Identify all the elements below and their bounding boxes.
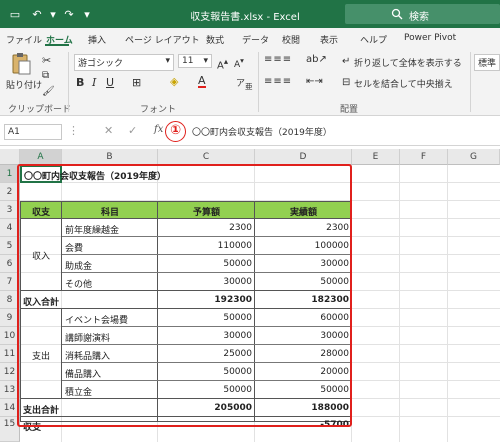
select-all-corner[interactable] [0,149,20,165]
cut-icon[interactable]: ✂ [42,54,51,67]
enter-icon[interactable]: ✓ [128,124,137,137]
borders-icon[interactable]: ⊞ [132,76,141,89]
column-header-c[interactable]: C [158,149,255,165]
chevron-down-icon: ▾ [203,56,208,66]
step-callout: ① [165,121,186,142]
formula-bar: A1 ⋮ ✕ ✓ fx 〇〇町内会収支報告（2019年度） [0,116,500,146]
column-header-d[interactable]: D [255,149,352,165]
orientation-icon[interactable]: ab↗ [306,54,327,65]
cancel-icon[interactable]: ✕ [104,124,113,137]
ribbon-separator [470,52,471,112]
title-bar: ▭ ↶ ▾ ↷ ▾ 収支報告書.xlsx - Excel 検索 [0,0,500,28]
formula-input[interactable]: 〇〇町内会収支報告（2019年度） [192,125,332,138]
active-tab-underline [45,44,69,46]
tab-formulas[interactable]: 数式 [206,33,224,46]
search-box[interactable]: 検索 [345,4,500,24]
format-painter-icon[interactable]: 🖌 [42,86,55,97]
chevron-down-icon[interactable]: ▾ [48,7,58,21]
save-icon[interactable]: ▭ [8,7,22,21]
font-size-select[interactable]: 11 ▾ [178,54,212,68]
paste-icon[interactable] [10,52,32,76]
gridline [399,165,400,442]
search-label: 検索 [409,12,429,23]
gridline [447,165,448,442]
alignment-group-label: 配置 [340,105,359,115]
column-header-f[interactable]: F [400,149,448,165]
tab-power-pivot[interactable]: Power Pivot [404,33,456,43]
ribbon-separator [68,52,69,112]
merge-center-button[interactable]: セルを結合して中央揃え [354,77,453,90]
font-size-value: 11 [182,56,194,66]
ribbon: 貼り付け ✂ ⧉ 🖌 クリップボード 游ゴシック ▾ 11 ▾ A▴ A▾ B I … [0,48,500,116]
window-title: 収支報告書.xlsx - Excel [190,12,300,23]
italic-button[interactable]: I [92,76,96,89]
font-name-value: 游ゴシック [78,59,124,69]
search-icon [391,8,403,20]
copy-icon[interactable]: ⧉ [42,70,49,81]
insert-function-icon[interactable]: fx [154,124,163,135]
tab-data[interactable]: データ [242,33,269,46]
font-group-label: フォント [140,105,177,115]
wrap-text-icon[interactable]: ↵ [342,56,350,67]
align-left-icon[interactable]: ≡≡≡ [264,76,292,87]
font-color-icon[interactable]: A [198,75,206,88]
column-header-b[interactable]: B [62,149,158,165]
column-header-a[interactable]: A [20,149,62,165]
chevron-down-icon: ▾ [165,56,170,66]
highlight-box [17,164,352,427]
redo-icon[interactable]: ↷ [62,7,76,21]
align-top-icon[interactable]: ≡≡≡ [264,54,292,65]
fill-color-icon[interactable]: ◈ [170,75,178,88]
more-icon: ⋮ [68,124,79,137]
underline-button[interactable]: U [106,76,114,89]
tab-view[interactable]: 表示 [320,33,338,46]
number-format-value: 標準 [478,59,497,69]
phonetic-icon[interactable]: ア亜 [236,76,253,92]
bold-button[interactable]: B [76,76,84,89]
clipboard-group-label: クリップボード [8,105,72,115]
column-header-e[interactable]: E [352,149,400,165]
tab-file[interactable]: ファイル [6,33,42,46]
name-box[interactable]: A1 [4,124,62,140]
tab-insert[interactable]: 挿入 [88,33,106,46]
customize-toolbar-icon[interactable]: ▾ [82,7,92,21]
ribbon-tabs: ファイル ホーム 挿入 ページ レイアウト 数式 データ 校閲 表示 ヘルプ P… [0,28,500,48]
undo-icon[interactable]: ↶ [30,7,44,21]
increase-font-icon[interactable]: A▴ [217,56,228,71]
column-header-g[interactable]: G [448,149,500,165]
merge-center-icon[interactable]: ⊟ [342,77,350,88]
tab-help[interactable]: ヘルプ [360,33,387,46]
font-name-select[interactable]: 游ゴシック ▾ [74,54,174,71]
tab-page-layout[interactable]: ページ レイアウト [125,33,200,46]
wrap-text-button[interactable]: 折り返して全体を表示する [354,56,462,69]
ribbon-separator [258,52,259,112]
decrease-font-icon[interactable]: A▾ [234,56,244,70]
number-format-select[interactable]: 標準 [474,54,500,71]
tab-review[interactable]: 校閲 [282,33,300,46]
indent-icon[interactable]: ⇤⇥ [306,76,323,87]
paste-label[interactable]: 貼り付け [6,78,42,91]
